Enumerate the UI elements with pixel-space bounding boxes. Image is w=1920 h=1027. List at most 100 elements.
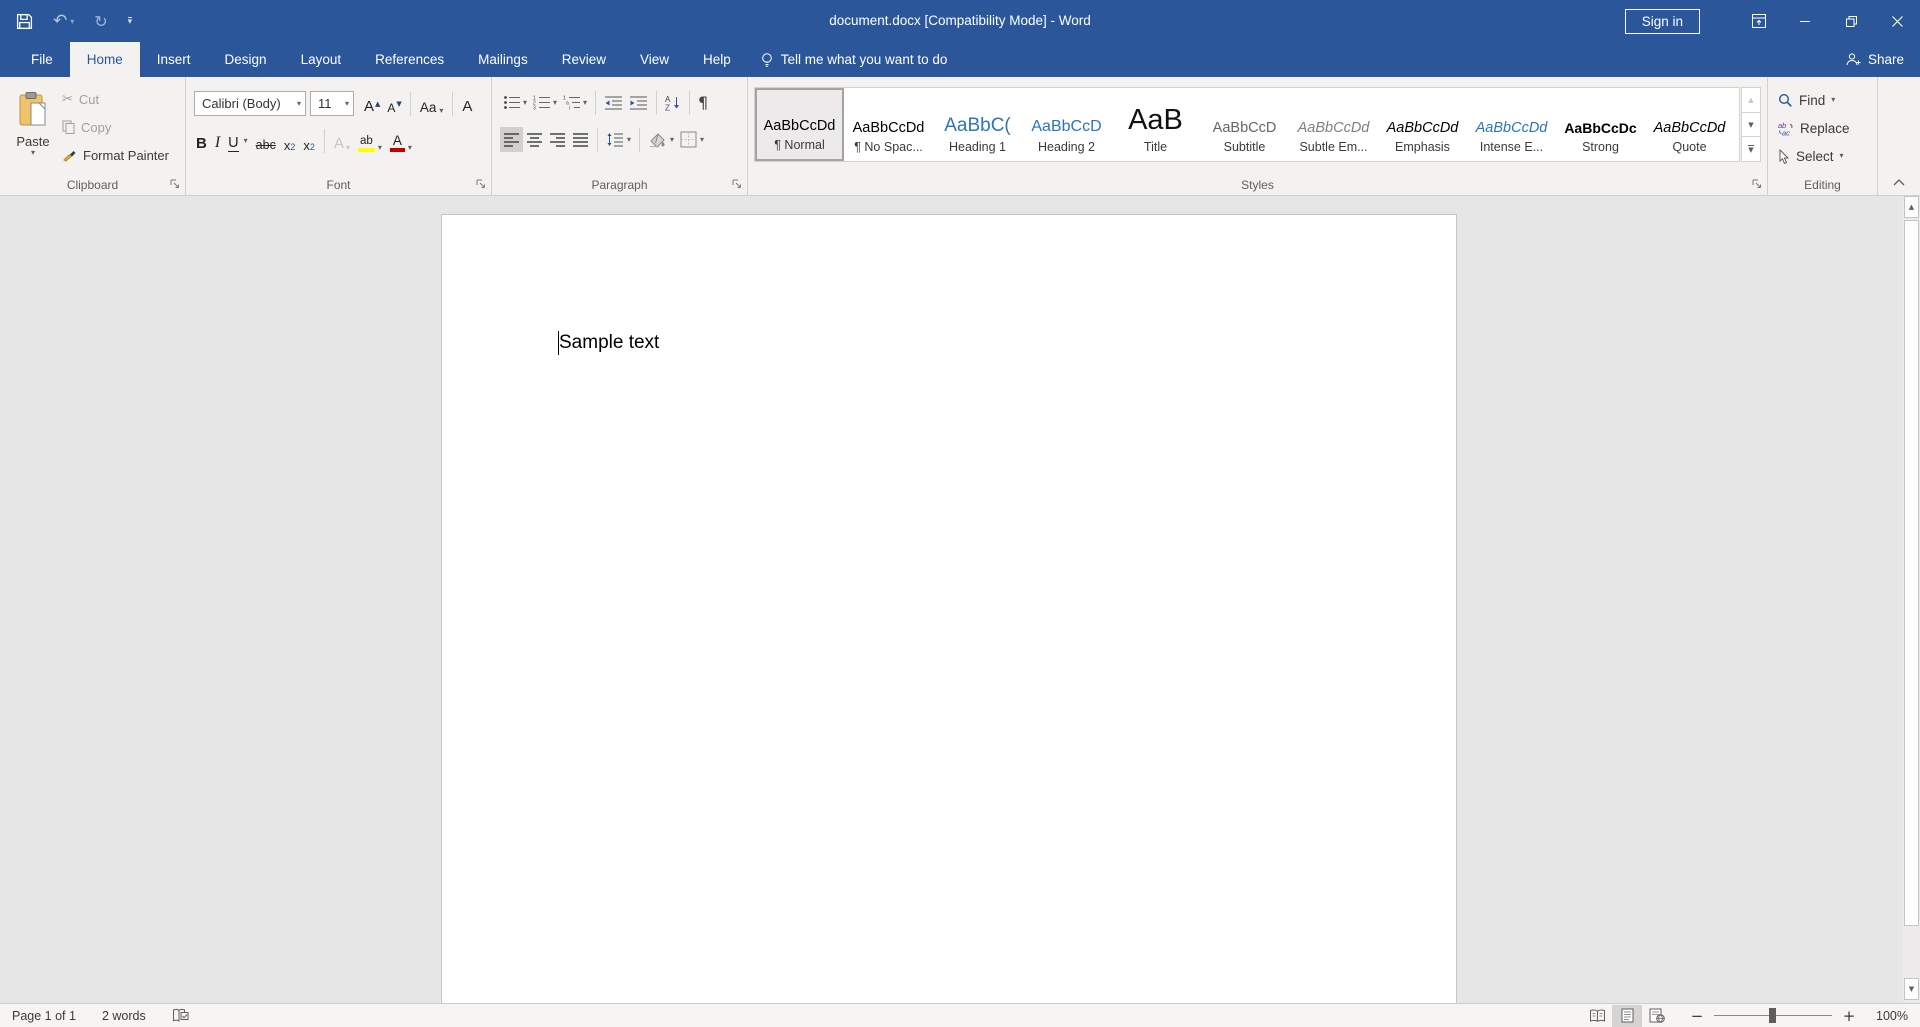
ribbon-display-options-button[interactable] [1736,0,1782,42]
align-center-button[interactable] [523,127,546,152]
scrollbar-thumb[interactable] [1904,220,1919,926]
borders-button[interactable]: ▾ [677,127,707,152]
style-no-spacing[interactable]: AaBbCcDd ¶ No Spac... [844,88,933,161]
font-dialog-launcher[interactable] [475,178,487,190]
save-button[interactable] [16,13,33,30]
grow-font-button[interactable]: A▲ [360,91,383,117]
print-layout-button[interactable] [1612,1005,1642,1027]
numbering-button[interactable]: 123 ▾ [530,90,560,115]
tab-home[interactable]: Home [70,42,140,77]
replace-button[interactable]: abac Replace [1778,117,1850,139]
tab-references[interactable]: References [358,42,461,77]
line-spacing-dropdown-icon[interactable]: ▾ [627,136,631,144]
style-emphasis[interactable]: AaBbCcDd Emphasis [1378,88,1467,161]
shading-button[interactable]: ▾ [645,127,677,152]
style-strong[interactable]: AaBbCcDc Strong [1556,88,1645,161]
line-spacing-button[interactable]: ▾ [603,127,634,152]
style-quote[interactable]: AaBbCcDd Quote [1645,88,1734,161]
underline-dropdown-icon[interactable]: ▾ [244,137,248,145]
find-button[interactable]: Find ▾ [1778,89,1835,111]
superscript-button[interactable]: x2 [299,128,319,154]
share-button[interactable]: Share [1845,42,1904,77]
close-button[interactable] [1874,0,1920,42]
underline-button[interactable]: U [224,128,242,154]
tab-view[interactable]: View [623,42,686,77]
clear-formatting-button[interactable]: A [458,91,476,117]
sort-button[interactable]: AZ [662,90,684,115]
multilevel-list-button[interactable]: 1ai ▾ [560,90,590,115]
zoom-in-button[interactable]: + [1842,1007,1856,1025]
show-hide-pilcrow-button[interactable]: ¶ [695,90,711,115]
zoom-out-button[interactable]: − [1690,1007,1704,1025]
tab-review[interactable]: Review [545,42,623,77]
increase-indent-button[interactable] [626,90,651,115]
vertical-scrollbar[interactable]: ▲ ▼ [1903,196,1920,1003]
style-intense-emphasis[interactable]: AaBbCcDd Intense E... [1467,88,1556,161]
undo-button[interactable]: ↶ ▾ [53,11,74,31]
highlight-dropdown-icon[interactable]: ▾ [378,144,382,152]
style-heading-2[interactable]: AaBbCcD Heading 2 [1022,88,1111,161]
zoom-slider-track[interactable] [1714,1015,1832,1016]
cut-button[interactable]: ✂ Cut [62,87,99,111]
font-name-select[interactable]: Calibri (Body) ▾ [194,91,306,116]
style-title[interactable]: AaB Title [1111,88,1200,161]
clipboard-dialog-launcher[interactable] [169,178,181,190]
subscript-button[interactable]: x2 [280,128,300,154]
tab-layout[interactable]: Layout [284,42,359,77]
font-size-select[interactable]: 11 ▾ [310,91,354,116]
format-painter-button[interactable]: Format Painter [62,143,169,167]
shrink-font-button[interactable]: A▼ [383,91,404,117]
tab-design[interactable]: Design [208,42,284,77]
styles-scroll-up-button[interactable]: ▲ [1741,87,1761,113]
sign-in-button[interactable]: Sign in [1625,9,1700,34]
tab-insert[interactable]: Insert [140,42,208,77]
scrollbar-down-button[interactable]: ▼ [1904,978,1919,1000]
restore-button[interactable] [1828,0,1874,42]
document-text-line[interactable]: Sample text [558,331,659,355]
document-area[interactable]: Sample text [0,196,1920,1003]
shading-dropdown-icon[interactable]: ▾ [670,136,674,144]
collapse-ribbon-button[interactable] [1892,178,1906,187]
select-button[interactable]: Select ▾ [1778,145,1844,167]
web-layout-button[interactable] [1642,1005,1672,1027]
highlight-button[interactable]: ab▾ [354,128,386,154]
italic-button[interactable]: I [211,128,224,154]
align-left-button[interactable] [500,127,523,152]
align-right-button[interactable] [546,127,569,152]
decrease-indent-button[interactable] [601,90,626,115]
document-page[interactable]: Sample text [441,214,1457,1003]
paste-button[interactable]: Paste ▾ [8,85,58,173]
tab-mailings[interactable]: Mailings [461,42,545,77]
read-mode-button[interactable] [1582,1005,1612,1027]
minimize-button[interactable] [1782,0,1828,42]
styles-gallery-more-button[interactable]: ▼ [1741,137,1761,162]
text-effects-button[interactable]: A▾ [330,128,354,154]
word-count[interactable]: 2 words [102,1009,146,1023]
style-subtitle[interactable]: AaBbCcD Subtitle [1200,88,1289,161]
multilevel-dropdown-icon[interactable]: ▾ [583,99,587,107]
redo-button[interactable]: ↻ [94,12,107,31]
bullets-button[interactable]: ▾ [500,90,530,115]
numbering-dropdown-icon[interactable]: ▾ [553,99,557,107]
bullets-dropdown-icon[interactable]: ▾ [523,99,527,107]
style-subtle-emphasis[interactable]: AaBbCcDd Subtle Em... [1289,88,1378,161]
zoom-slider-handle[interactable] [1769,1008,1776,1023]
paragraph-dialog-launcher[interactable] [731,178,743,190]
styles-dialog-launcher[interactable] [1751,178,1763,190]
styles-scroll-down-button[interactable]: ▼ [1741,113,1761,138]
strikethrough-button[interactable]: abc [252,128,280,154]
tab-file[interactable]: File [14,42,70,77]
justify-button[interactable] [569,127,592,152]
copy-button[interactable]: Copy [62,115,111,139]
customize-qat-button[interactable]: ▾ [128,17,133,26]
font-color-button[interactable]: A▾ [386,128,416,154]
font-color-dropdown-icon[interactable]: ▾ [408,144,412,152]
scrollbar-up-button[interactable]: ▲ [1904,196,1919,218]
tab-help[interactable]: Help [686,42,748,77]
borders-dropdown-icon[interactable]: ▾ [700,136,704,144]
tell-me-box[interactable]: Tell me what you want to do [748,42,960,77]
zoom-percentage[interactable]: 100% [1866,1009,1908,1023]
change-case-button[interactable]: Aa▾ [416,91,448,117]
proofing-status-icon[interactable] [172,1008,189,1023]
bold-button[interactable]: B [192,128,211,154]
